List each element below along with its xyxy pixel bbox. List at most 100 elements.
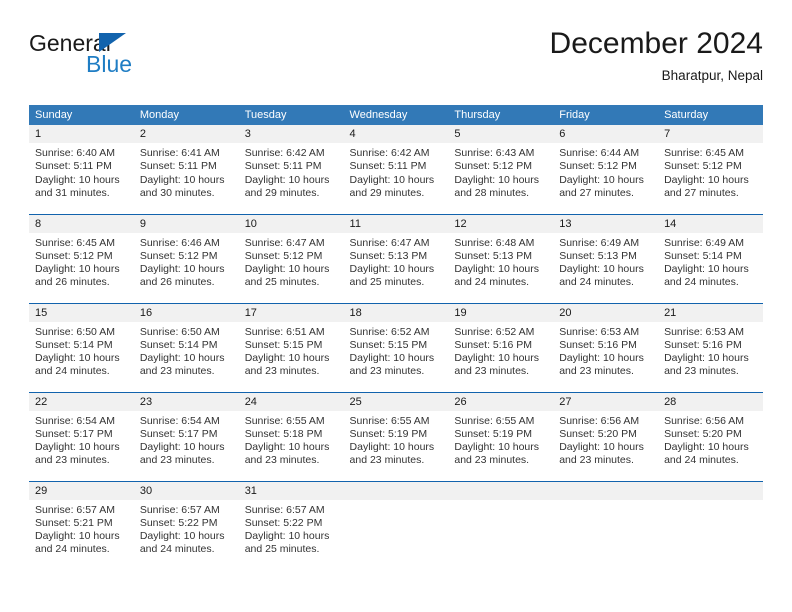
calendar-day-cell[interactable]: 3 Sunrise: 6:42 AM Sunset: 5:11 PM Daylight… [238, 125, 344, 214]
sunset-text: Sunset: 5:14 PM [35, 338, 113, 351]
day-number: 12 [448, 214, 554, 233]
sunrise-text: Sunrise: 6:55 AM [349, 414, 430, 427]
calendar-day-cell[interactable]: 28 Sunrise: 6:56 AM Sunset: 5:20 PM Dayligh… [658, 391, 763, 481]
day-cell-inner [553, 481, 659, 571]
day-number: 27 [553, 392, 659, 411]
sunrise-text: Sunrise: 6:49 AM [664, 236, 745, 249]
daylight-text-line1: Daylight: 10 hours [559, 352, 644, 365]
sunrise-text: Sunrise: 6:57 AM [244, 503, 325, 516]
calendar-day-cell[interactable]: 27 Sunrise: 6:56 AM Sunset: 5:20 PM Dayligh… [553, 391, 659, 481]
sunrise-text: Sunrise: 6:43 AM [454, 147, 535, 159]
calendar-day-cell[interactable]: 24 Sunrise: 6:55 AM Sunset: 5:18 PM Dayligh… [238, 391, 344, 481]
sunset-text: Sunset: 5:17 PM [139, 427, 218, 440]
day-details: Sunrise: 6:53 AM Sunset: 5:16 PM Daylight:… [553, 322, 658, 379]
daylight-text-line1: Daylight: 10 hours [559, 263, 644, 276]
daylight-text-line2: and 25 minutes. [244, 276, 320, 289]
sunrise-text: Sunrise: 6:54 AM [139, 414, 220, 427]
day-cell-inner: 23 Sunrise: 6:54 AM Sunset: 5:17 PM Dayligh… [133, 392, 239, 481]
calendar-day-cell[interactable]: 4 Sunrise: 6:42 AM Sunset: 5:11 PM Daylight… [343, 125, 449, 214]
day-number: 28 [658, 392, 763, 411]
day-details [344, 500, 449, 504]
calendar-day-cell[interactable]: 15 Sunrise: 6:50 AM Sunset: 5:14 PM Dayligh… [29, 302, 134, 392]
calendar-week-row: 8 Sunrise: 6:45 AM Sunset: 5:12 PM Daylight… [29, 213, 763, 303]
sunrise-text: Sunrise: 6:45 AM [664, 147, 745, 159]
day-details: Sunrise: 6:43 AM Sunset: 5:12 PM Daylight:… [448, 143, 553, 200]
calendar-day-cell[interactable]: 11 Sunrise: 6:47 AM Sunset: 5:13 PM Dayligh… [343, 213, 449, 303]
calendar-day-cell-empty [448, 480, 554, 570]
weekday-header-friday: Friday [553, 105, 659, 125]
daylight-text-line1: Daylight: 10 hours [454, 263, 540, 276]
daylight-text-line2: and 31 minutes. [35, 186, 110, 199]
sunset-text: Sunset: 5:22 PM [244, 516, 323, 529]
calendar-day-cell[interactable]: 13 Sunrise: 6:49 AM Sunset: 5:13 PM Dayligh… [553, 213, 659, 303]
daylight-text-line2: and 23 minutes. [244, 365, 320, 378]
daylight-text-line2: and 27 minutes. [559, 186, 634, 199]
weekday-header-wednesday: Wednesday [343, 105, 449, 125]
calendar-day-cell[interactable]: 8 Sunrise: 6:45 AM Sunset: 5:12 PM Daylight… [29, 213, 134, 303]
day-details: Sunrise: 6:54 AM Sunset: 5:17 PM Daylight:… [29, 411, 134, 468]
daylight-text-line2: and 24 minutes. [454, 276, 530, 289]
day-details: Sunrise: 6:54 AM Sunset: 5:17 PM Daylight:… [134, 411, 239, 468]
calendar-day-cell[interactable]: 31 Sunrise: 6:57 AM Sunset: 5:22 PM Dayligh… [238, 480, 344, 570]
day-cell-inner: 28 Sunrise: 6:56 AM Sunset: 5:20 PM Dayligh… [658, 392, 763, 481]
sunset-text: Sunset: 5:14 PM [664, 249, 742, 262]
sunrise-text: Sunrise: 6:42 AM [244, 147, 325, 159]
daylight-text-line1: Daylight: 10 hours [349, 441, 435, 454]
calendar-day-cell[interactable]: 10 Sunrise: 6:47 AM Sunset: 5:12 PM Dayligh… [238, 213, 344, 303]
calendar-day-cell[interactable]: 17 Sunrise: 6:51 AM Sunset: 5:15 PM Dayligh… [238, 302, 344, 392]
sunset-text: Sunset: 5:13 PM [349, 249, 428, 262]
calendar-day-cell[interactable]: 6 Sunrise: 6:44 AM Sunset: 5:12 PM Daylight… [553, 125, 659, 214]
calendar-day-cell[interactable]: 1 Sunrise: 6:40 AM Sunset: 5:11 PM Daylight… [29, 125, 134, 214]
day-details: Sunrise: 6:56 AM Sunset: 5:20 PM Daylight:… [553, 411, 658, 468]
day-details: Sunrise: 6:49 AM Sunset: 5:14 PM Daylight:… [658, 233, 763, 290]
day-number: 1 [29, 125, 134, 143]
sunset-text: Sunset: 5:22 PM [139, 516, 218, 529]
sunset-text: Sunset: 5:17 PM [35, 427, 113, 440]
day-cell-inner: 7 Sunrise: 6:45 AM Sunset: 5:12 PM Daylight… [658, 125, 763, 214]
sunrise-text: Sunrise: 6:50 AM [35, 325, 115, 338]
calendar-day-cell[interactable]: 7 Sunrise: 6:45 AM Sunset: 5:12 PM Daylight… [658, 125, 763, 214]
calendar-day-cell[interactable]: 12 Sunrise: 6:48 AM Sunset: 5:13 PM Dayligh… [448, 213, 554, 303]
general-blue-logo[interactable]: General Blue [29, 30, 259, 90]
calendar-day-cell[interactable]: 30 Sunrise: 6:57 AM Sunset: 5:22 PM Dayligh… [133, 480, 239, 570]
day-cell-inner: 24 Sunrise: 6:55 AM Sunset: 5:18 PM Dayligh… [238, 392, 344, 481]
daylight-text-line2: and 23 minutes. [139, 454, 215, 467]
day-details: Sunrise: 6:45 AM Sunset: 5:12 PM Daylight:… [658, 143, 763, 200]
day-number: 25 [343, 392, 449, 411]
calendar-day-cell[interactable]: 23 Sunrise: 6:54 AM Sunset: 5:17 PM Dayligh… [133, 391, 239, 481]
day-number: 3 [238, 125, 344, 143]
calendar-day-cell[interactable]: 25 Sunrise: 6:55 AM Sunset: 5:19 PM Dayligh… [343, 391, 449, 481]
calendar-day-cell[interactable]: 14 Sunrise: 6:49 AM Sunset: 5:14 PM Dayligh… [658, 213, 763, 303]
daylight-text-line2: and 24 minutes. [664, 454, 739, 467]
sunrise-text: Sunrise: 6:45 AM [35, 236, 115, 249]
calendar-day-cell[interactable]: 29 Sunrise: 6:57 AM Sunset: 5:21 PM Dayligh… [29, 480, 134, 570]
calendar-day-cell[interactable]: 2 Sunrise: 6:41 AM Sunset: 5:11 PM Daylight… [133, 125, 239, 214]
calendar-day-cell[interactable]: 19 Sunrise: 6:52 AM Sunset: 5:16 PM Dayligh… [448, 302, 554, 392]
sunrise-text: Sunrise: 6:42 AM [349, 147, 430, 159]
daylight-text-line1: Daylight: 10 hours [244, 173, 330, 186]
calendar-day-cell[interactable]: 20 Sunrise: 6:53 AM Sunset: 5:16 PM Dayligh… [553, 302, 659, 392]
daylight-text-line1: Daylight: 10 hours [35, 530, 120, 543]
day-number [658, 481, 763, 500]
daylight-text-line2: and 23 minutes. [664, 365, 739, 378]
day-number: 24 [238, 392, 344, 411]
title-block: December 2024 Bharatpur, Nepal [550, 26, 763, 84]
logo-text-blue: Blue [86, 51, 133, 77]
day-number: 29 [29, 481, 134, 500]
calendar-day-cell[interactable]: 22 Sunrise: 6:54 AM Sunset: 5:17 PM Dayligh… [29, 391, 134, 481]
sunset-text: Sunset: 5:13 PM [559, 249, 637, 262]
calendar-day-cell[interactable]: 18 Sunrise: 6:52 AM Sunset: 5:15 PM Dayligh… [343, 302, 449, 392]
calendar-day-cell[interactable]: 16 Sunrise: 6:50 AM Sunset: 5:14 PM Dayligh… [133, 302, 239, 392]
day-cell-inner: 6 Sunrise: 6:44 AM Sunset: 5:12 PM Daylight… [553, 125, 659, 214]
calendar-day-cell[interactable]: 21 Sunrise: 6:53 AM Sunset: 5:16 PM Dayligh… [658, 302, 763, 392]
calendar-day-cell[interactable]: 5 Sunrise: 6:43 AM Sunset: 5:12 PM Daylight… [448, 125, 554, 214]
daylight-text-line2: and 25 minutes. [349, 276, 425, 289]
sunrise-text: Sunrise: 6:55 AM [244, 414, 325, 427]
daylight-text-line1: Daylight: 10 hours [35, 263, 120, 276]
calendar-day-cell[interactable]: 26 Sunrise: 6:55 AM Sunset: 5:19 PM Dayligh… [448, 391, 554, 481]
day-number: 19 [448, 303, 554, 322]
calendar-day-cell[interactable]: 9 Sunrise: 6:46 AM Sunset: 5:12 PM Daylight… [133, 213, 239, 303]
day-number: 6 [553, 125, 659, 143]
sunset-text: Sunset: 5:19 PM [349, 427, 428, 440]
day-number [553, 481, 659, 500]
